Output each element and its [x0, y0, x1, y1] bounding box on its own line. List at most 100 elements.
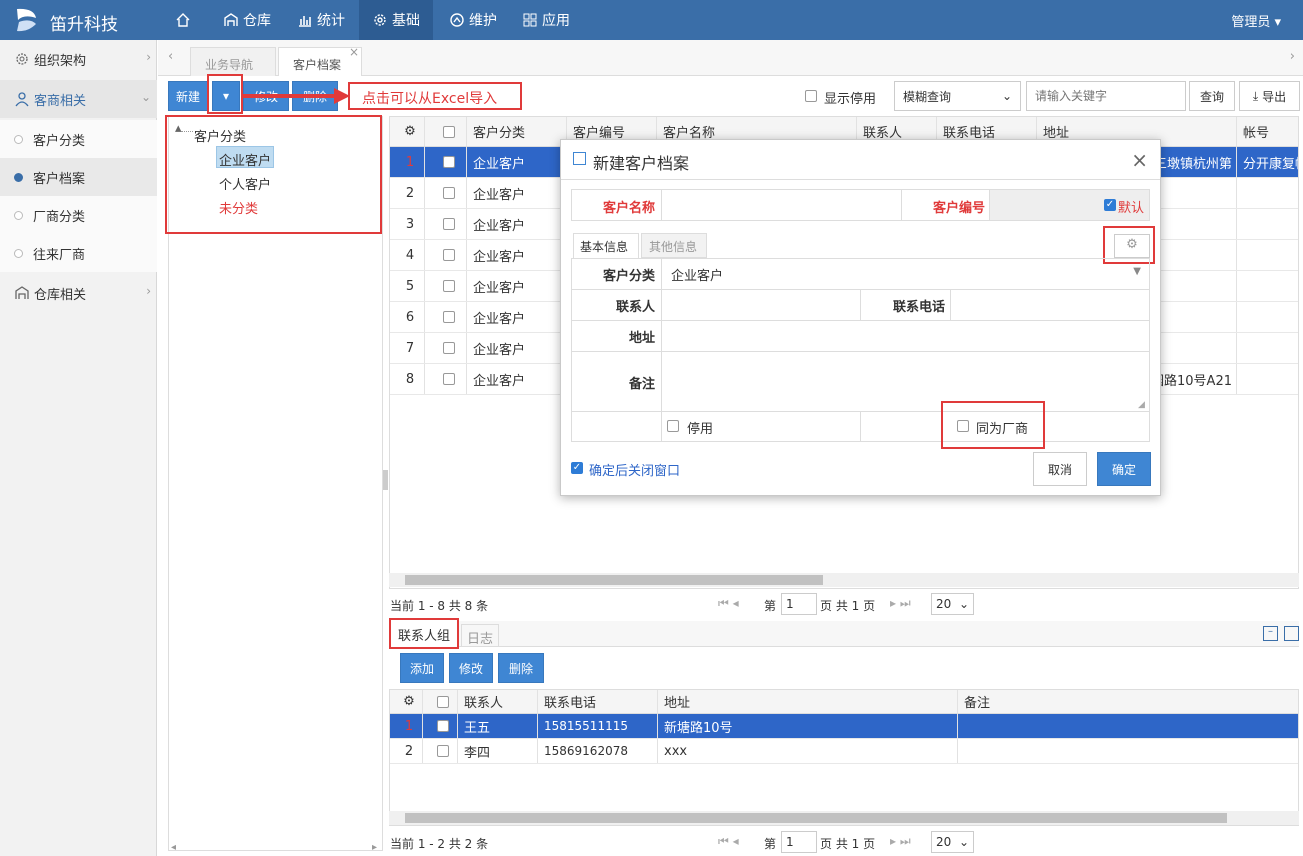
pager-nav-next[interactable]: ▸ ⏭ [890, 596, 911, 611]
disable-checkbox[interactable] [667, 420, 679, 432]
tab-basic-info[interactable]: 基本信息 [573, 233, 639, 258]
gear-icon: ⚙ [1126, 237, 1138, 252]
form-settings-button[interactable]: ⚙ [1114, 234, 1150, 258]
query-button[interactable]: 查询 [1189, 81, 1235, 111]
pager-nav-prev[interactable]: ⏮ ◂ [718, 834, 739, 849]
row-checkbox[interactable] [423, 739, 458, 763]
scrollbar-thumb[interactable] [405, 813, 1227, 823]
note-textarea[interactable] [662, 352, 1149, 411]
grid-settings-icon[interactable]: ⚙ [390, 690, 423, 713]
row-checkbox[interactable] [425, 302, 467, 332]
address-label: 地址 [628, 331, 655, 346]
new-button[interactable]: 新建 [168, 81, 208, 111]
tabs-scroll-left-icon[interactable]: ‹ [168, 49, 173, 64]
sidebar-item-customer-archive[interactable]: 客户档案 [0, 158, 157, 196]
grid-settings-icon[interactable]: ⚙ [390, 117, 425, 146]
pager-page-input[interactable]: 1 [781, 593, 817, 615]
nav-home[interactable] [165, 0, 201, 40]
row-checkbox[interactable] [423, 714, 458, 738]
tab-contacts[interactable]: 联系人组 [389, 618, 459, 649]
tab-close-icon[interactable]: × [349, 45, 359, 59]
cell-category: 企业客户 [467, 302, 567, 332]
scrollbar-thumb[interactable] [405, 575, 823, 585]
add-contact-button[interactable]: 添加 [400, 653, 444, 683]
table-row[interactable]: 2 李四 15869162078 xxx [390, 739, 1298, 764]
row-checkbox[interactable] [425, 240, 467, 270]
row-checkbox[interactable] [425, 178, 467, 208]
col-header[interactable]: 联系电话 [538, 690, 658, 713]
tree-node-enterprise[interactable]: 企业客户 [219, 150, 271, 169]
tree-node-uncategorized[interactable]: 未分类 [219, 198, 258, 217]
tree-expand-icon[interactable]: ▴ [175, 121, 182, 136]
row-checkbox[interactable] [425, 147, 467, 177]
sidebar-item-org[interactable]: 组织架构 › [0, 40, 157, 78]
tabs-scroll-right-icon[interactable]: › [1290, 49, 1295, 64]
col-header[interactable]: 客户分类 [467, 117, 567, 146]
splitter-handle[interactable] [383, 470, 388, 490]
search-mode-select[interactable]: 模糊查询 ⌄ [894, 81, 1021, 111]
minimize-icon[interactable]: – [1263, 626, 1278, 641]
col-header[interactable]: 联系人 [458, 690, 538, 713]
sidebar-item-supplier-category[interactable]: 厂商分类 [0, 196, 157, 234]
tab-other-info[interactable]: 其他信息 [641, 233, 707, 258]
col-header[interactable]: 地址 [658, 690, 958, 713]
sidebar-item-merchants[interactable]: 客商相关 ⌄ [0, 80, 157, 118]
confirm-button[interactable]: 确定 [1097, 452, 1151, 486]
nav-warehouse[interactable]: 仓库 [212, 0, 282, 40]
row-checkbox[interactable] [425, 271, 467, 301]
nav-basic[interactable]: 基础 [359, 0, 433, 40]
page-size-select[interactable]: 20 ⌄ [931, 593, 974, 615]
user-menu[interactable]: 管理员 ▾ [1231, 11, 1281, 30]
resize-handle-icon[interactable]: ◢ [1138, 400, 1145, 410]
col-header[interactable]: 帐号 [1237, 117, 1298, 146]
tree-root[interactable]: 客户分类 [194, 126, 246, 145]
nav-apps[interactable]: 应用 [515, 0, 577, 40]
select-all-checkbox[interactable] [425, 117, 467, 146]
contacts-hscroll[interactable] [389, 811, 1299, 825]
pager-page-input[interactable]: 1 [781, 831, 817, 853]
chevron-right-icon: › [146, 284, 151, 298]
scroll-left-icon[interactable]: ◂ [171, 842, 176, 853]
select-all-checkbox[interactable] [423, 690, 458, 713]
row-number: 2 [390, 178, 425, 208]
contact-input[interactable] [662, 290, 859, 319]
row-checkbox[interactable] [425, 333, 467, 363]
cell-account [1237, 240, 1298, 270]
close-icon[interactable]: × [1131, 148, 1148, 172]
gear-icon [16, 53, 28, 65]
tab-business-nav[interactable]: 业务导航 [190, 47, 276, 76]
bottom-tabs-bar [389, 621, 1299, 647]
customer-name-input[interactable] [661, 190, 901, 220]
scroll-right-icon[interactable]: ▸ [372, 842, 377, 853]
grid-hscroll[interactable] [389, 573, 1299, 587]
sidebar-item-warehouse[interactable]: 仓库相关 › [0, 274, 157, 312]
row-checkbox[interactable] [425, 209, 467, 239]
cancel-button[interactable]: 取消 [1033, 452, 1087, 486]
table-row[interactable]: 1 王五 15815511115 新塘路10号 [390, 714, 1298, 739]
pager-nav-next[interactable]: ▸ ⏭ [890, 834, 911, 849]
maximize-icon[interactable] [1284, 626, 1299, 641]
default-checkbox[interactable]: ✓ [1104, 199, 1116, 211]
chevron-right-icon: › [146, 50, 151, 64]
same-as-supplier-checkbox[interactable] [957, 420, 969, 432]
category-select[interactable]: 企业客户 ▼ [662, 259, 1149, 289]
nav-maintain[interactable]: 维护 [440, 0, 506, 40]
close-after-confirm-checkbox[interactable]: ✓ [571, 462, 583, 474]
sidebar-item-suppliers[interactable]: 往来厂商 [0, 234, 157, 272]
tree-node-personal[interactable]: 个人客户 [219, 174, 271, 193]
nav-stats[interactable]: 统计 [288, 0, 354, 40]
show-disabled-checkbox[interactable] [805, 90, 817, 102]
page-size-select[interactable]: 20 ⌄ [931, 831, 974, 853]
delete-contact-button[interactable]: 删除 [498, 653, 544, 683]
phone-input[interactable] [951, 290, 1149, 319]
row-checkbox[interactable] [425, 364, 467, 394]
search-input[interactable] [1026, 81, 1186, 111]
pager-nav-prev[interactable]: ⏮ ◂ [718, 596, 739, 611]
sidebar-item-customer-category[interactable]: 客户分类 [0, 120, 157, 158]
phone-label: 联系电话 [892, 300, 945, 315]
edit-contact-button[interactable]: 修改 [449, 653, 493, 683]
col-header[interactable]: 备注 [958, 690, 1298, 713]
address-input[interactable] [662, 321, 1149, 350]
tab-log[interactable]: 日志 [461, 624, 499, 647]
export-button[interactable]: ⤓ 导出 [1239, 81, 1300, 111]
